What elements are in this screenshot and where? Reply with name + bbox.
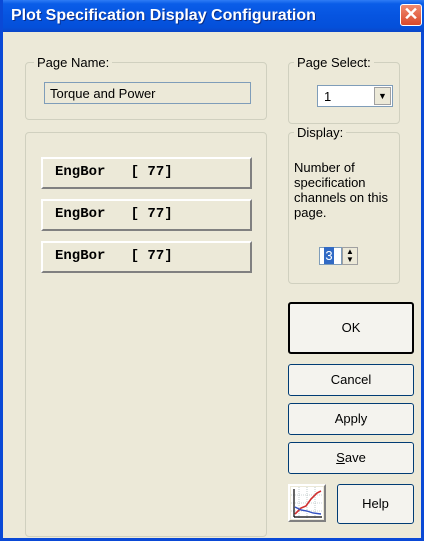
- help-label: Help: [362, 496, 389, 511]
- save-mnemonic: S: [336, 450, 345, 465]
- help-button[interactable]: Help: [337, 484, 414, 524]
- dialog-window: Plot Specification Display Configuration…: [0, 0, 424, 541]
- channel-count-field[interactable]: 3: [319, 247, 342, 265]
- channel-button[interactable]: EngBor [ 77]: [41, 157, 252, 189]
- window-title: Plot Specification Display Configuration: [11, 7, 316, 24]
- title-bar[interactable]: Plot Specification Display Configuration…: [3, 0, 424, 32]
- cancel-button[interactable]: Cancel: [288, 364, 414, 396]
- apply-label: Apply: [334, 411, 368, 426]
- display-legend: Display:: [294, 125, 347, 140]
- channel-count-spinner[interactable]: ▲ ▼: [342, 247, 358, 265]
- plot-chart-icon: [291, 487, 323, 519]
- page-select-value: 1: [324, 89, 332, 104]
- cancel-label: Cancel: [330, 372, 372, 387]
- page-select-dropdown[interactable]: 1 ▼: [317, 85, 393, 107]
- page-name-field[interactable]: Torque and Power: [44, 82, 251, 104]
- close-button[interactable]: ✕: [400, 4, 422, 26]
- spin-down-icon[interactable]: ▼: [343, 256, 357, 264]
- page-name-legend: Page Name:: [34, 55, 113, 70]
- channels-panel: [25, 132, 267, 537]
- save-label: Save: [336, 450, 366, 465]
- page-select-legend: Page Select:: [294, 55, 374, 70]
- channel-count-value: 3: [324, 247, 334, 264]
- page-name-value: Torque and Power: [50, 86, 156, 101]
- ok-label: OK: [341, 320, 361, 335]
- apply-button[interactable]: Apply: [288, 403, 414, 435]
- channel-button[interactable]: EngBor [ 77]: [41, 199, 252, 231]
- ok-button[interactable]: OK: [288, 302, 414, 354]
- save-button[interactable]: Save: [288, 442, 414, 474]
- plot-button[interactable]: [288, 484, 326, 522]
- chevron-down-icon[interactable]: ▼: [374, 87, 391, 105]
- display-description: Number of specification channels on this…: [294, 160, 388, 220]
- close-icon: ✕: [403, 4, 419, 24]
- channel-button[interactable]: EngBor [ 77]: [41, 241, 252, 273]
- save-label-rest: ave: [344, 450, 366, 465]
